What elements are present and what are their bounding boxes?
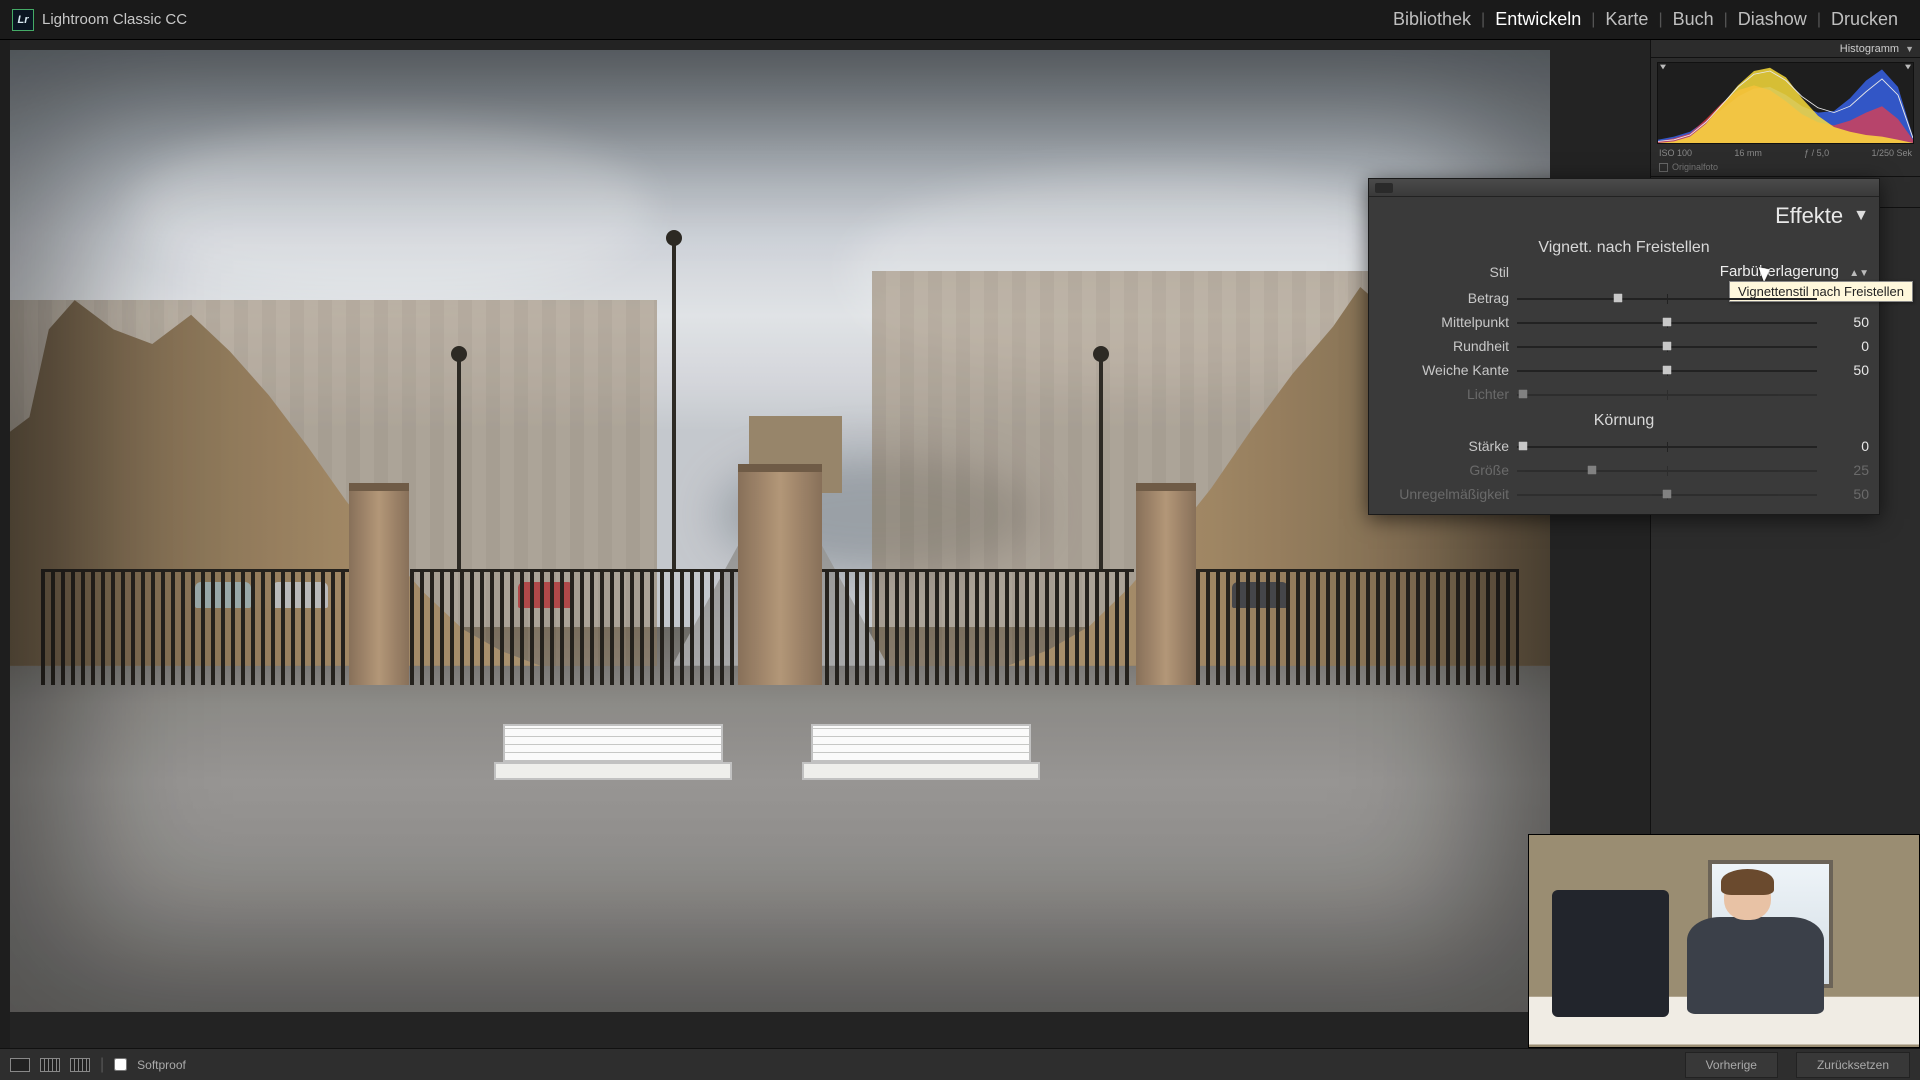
vignette-row-2-label: Rundheit bbox=[1379, 338, 1509, 354]
preview-image bbox=[10, 50, 1550, 1012]
nav-buch[interactable]: Buch bbox=[1663, 9, 1724, 30]
nav-karte[interactable]: Karte bbox=[1595, 9, 1658, 30]
grain-row-2-label: Unregelmäßigkeit bbox=[1379, 486, 1509, 502]
vignette-style-value: Farbüberlagerung bbox=[1720, 263, 1839, 280]
title-bar: Lr Lightroom Classic CC Bibliothek| Entw… bbox=[0, 0, 1920, 40]
app-logo-icon: Lr bbox=[12, 9, 34, 31]
grain-row-0-slider[interactable] bbox=[1517, 439, 1817, 453]
grain-section-title: Körnung bbox=[1369, 406, 1879, 434]
vignette-row-3-slider[interactable] bbox=[1517, 363, 1817, 377]
chevron-down-icon: ▼ bbox=[1905, 44, 1914, 54]
vignette-row-0-label: Betrag bbox=[1379, 290, 1509, 306]
vignette-row-1-label: Mittelpunkt bbox=[1379, 314, 1509, 330]
nav-entwickeln[interactable]: Entwickeln bbox=[1485, 9, 1591, 30]
clip-right-icon bbox=[1905, 65, 1911, 70]
grain-row-0-row-0: Stärke 0 bbox=[1369, 434, 1879, 458]
chevron-down-icon: ▼ bbox=[1853, 207, 1869, 225]
vignette-row-4-slider[interactable] bbox=[1517, 387, 1817, 401]
before-after-icon[interactable] bbox=[40, 1058, 60, 1072]
vignette-row-3-value[interactable]: 50 bbox=[1825, 362, 1869, 378]
panel-toggle-switch[interactable] bbox=[1375, 183, 1393, 193]
meta-aperture: ƒ / 5,0 bbox=[1804, 148, 1829, 158]
histogram-meta: ISO 100 16 mm ƒ / 5,0 1/250 Sek bbox=[1651, 144, 1920, 162]
dropdown-arrows-icon: ▲▼ bbox=[1849, 268, 1869, 279]
app-name: Lightroom Classic CC bbox=[42, 11, 187, 28]
webcam-overlay bbox=[1528, 834, 1920, 1048]
vignette-row-4-label: Lichter bbox=[1379, 386, 1509, 402]
grain-row-1-value[interactable]: 25 bbox=[1825, 462, 1869, 478]
module-nav: Bibliothek| Entwickeln| Karte| Buch| Dia… bbox=[1383, 9, 1908, 30]
left-panel-collapsed[interactable] bbox=[0, 40, 10, 1048]
nav-bibliothek[interactable]: Bibliothek bbox=[1383, 9, 1481, 30]
vignette-row-1-row-1: Mittelpunkt 50 bbox=[1369, 310, 1879, 334]
original-photo-label: Originalfoto bbox=[1672, 162, 1718, 172]
bottom-toolbar: | Softproof Vorherige Zurücksetzen bbox=[0, 1048, 1920, 1080]
before-after-split-icon[interactable] bbox=[70, 1058, 90, 1072]
vignette-row-3-label: Weiche Kante bbox=[1379, 362, 1509, 378]
histogram-header[interactable]: Histogramm ▼ bbox=[1651, 40, 1920, 58]
meta-iso: ISO 100 bbox=[1659, 148, 1692, 158]
vignette-row-3-row-3: Weiche Kante 50 bbox=[1369, 358, 1879, 382]
checkbox-icon[interactable] bbox=[1659, 163, 1668, 172]
reset-button[interactable]: Zurücksetzen bbox=[1796, 1052, 1910, 1078]
grain-row-2-value[interactable]: 50 bbox=[1825, 486, 1869, 502]
effects-title: Effekte bbox=[1775, 203, 1843, 229]
vignette-row-1-value[interactable]: 50 bbox=[1825, 314, 1869, 330]
meta-focal: 16 mm bbox=[1734, 148, 1762, 158]
histogram-title: Histogramm bbox=[1840, 43, 1899, 55]
loupe-view-icon[interactable] bbox=[10, 1058, 30, 1072]
previous-button[interactable]: Vorherige bbox=[1685, 1052, 1778, 1078]
grain-row-0-value[interactable]: 0 bbox=[1825, 438, 1869, 454]
original-photo-toggle[interactable]: Originalfoto bbox=[1651, 162, 1920, 176]
clip-left-icon bbox=[1660, 65, 1666, 70]
softproof-label: Softproof bbox=[137, 1058, 186, 1072]
vignette-row-0-slider[interactable] bbox=[1517, 291, 1817, 305]
nav-diashow[interactable]: Diashow bbox=[1728, 9, 1817, 30]
vignette-row-4-row-4: Lichter bbox=[1369, 382, 1879, 406]
grain-row-2-row-2: Unregelmäßigkeit 50 bbox=[1369, 482, 1879, 506]
panel-drag-handle[interactable] bbox=[1369, 179, 1879, 197]
grain-row-0-label: Stärke bbox=[1379, 438, 1509, 454]
grain-row-1-label: Größe bbox=[1379, 462, 1509, 478]
meta-shutter: 1/250 Sek bbox=[1871, 148, 1912, 158]
effects-panel[interactable]: Effekte ▼ Vignett. nach Freistellen Stil… bbox=[1368, 178, 1880, 515]
grain-row-1-slider[interactable] bbox=[1517, 463, 1817, 477]
vignette-style-dropdown[interactable]: Farbüberlagerung ▲▼ bbox=[1519, 263, 1869, 280]
vignette-row-2-row-2: Rundheit 0 bbox=[1369, 334, 1879, 358]
vignette-row-1-slider[interactable] bbox=[1517, 315, 1817, 329]
vignette-row-2-value[interactable]: 0 bbox=[1825, 338, 1869, 354]
histogram-chart[interactable] bbox=[1657, 62, 1914, 144]
softproof-checkbox[interactable] bbox=[114, 1058, 127, 1071]
grain-row-1-row-1: Größe 25 bbox=[1369, 458, 1879, 482]
vignette-style-label: Stil bbox=[1379, 264, 1509, 280]
nav-drucken[interactable]: Drucken bbox=[1821, 9, 1908, 30]
grain-row-2-slider[interactable] bbox=[1517, 487, 1817, 501]
effects-panel-header[interactable]: Effekte ▼ bbox=[1369, 197, 1879, 233]
vignette-row-2-slider[interactable] bbox=[1517, 339, 1817, 353]
app-logo: Lr Lightroom Classic CC bbox=[12, 9, 187, 31]
vignette-section-title: Vignett. nach Freistellen bbox=[1369, 233, 1879, 261]
